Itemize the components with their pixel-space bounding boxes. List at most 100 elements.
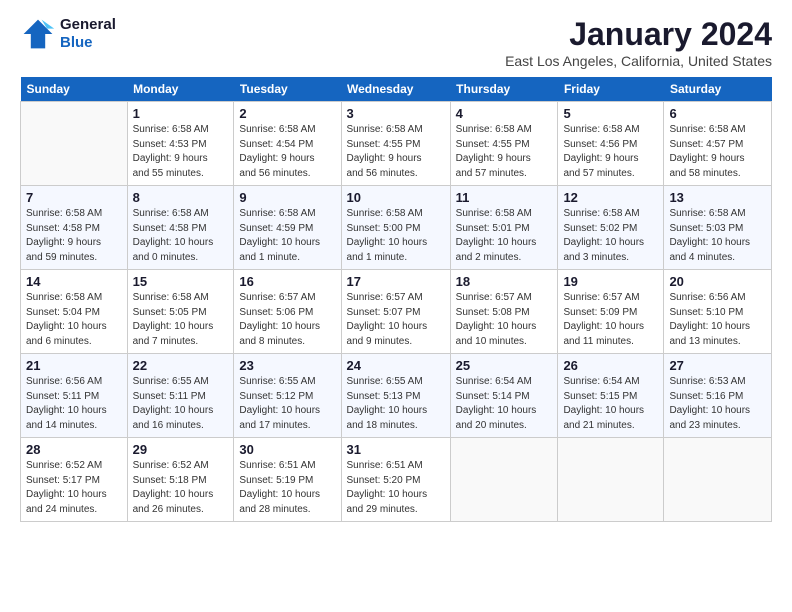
- title-block: January 2024 East Los Angeles, Californi…: [505, 16, 772, 69]
- calendar-cell: 26Sunrise: 6:54 AM Sunset: 5:15 PM Dayli…: [558, 354, 664, 438]
- calendar-table: SundayMondayTuesdayWednesdayThursdayFrid…: [20, 77, 772, 522]
- week-row-1: 1 Sunrise: 6:58 AM Sunset: 4:53 PM Daylig…: [21, 102, 772, 186]
- day-info: Sunrise: 6:51 AM Sunset: 5:20 PM Dayligh…: [347, 459, 445, 517]
- calendar-cell: 4 Sunrise: 6:58 AM Sunset: 4:55 PM Daylig…: [450, 102, 558, 186]
- week-row-5: 28Sunrise: 6:52 AM Sunset: 5:17 PM Dayli…: [21, 438, 772, 522]
- calendar-cell: 25 Sunrise: 6:54 AM Sunset: 5:14 PM Dayli…: [450, 354, 558, 438]
- weekday-header-monday: Monday: [127, 77, 234, 102]
- calendar-cell: 12 Sunrise: 6:58 AM Sunset: 5:02 PM Dayli…: [558, 186, 664, 270]
- week-row-4: 21 Sunrise: 6:56 AM Sunset: 5:11 PM Dayli…: [21, 354, 772, 438]
- week-row-3: 14 Sunrise: 6:58 AM Sunset: 5:04 PM Dayli…: [21, 270, 772, 354]
- calendar-cell: 18Sunrise: 6:57 AM Sunset: 5:08 PM Dayli…: [450, 270, 558, 354]
- day-number: 23: [239, 358, 335, 373]
- day-info: Sunrise: 6:58 AM Sunset: 4:54 PM Dayligh…: [239, 123, 335, 181]
- calendar-cell: 14 Sunrise: 6:58 AM Sunset: 5:04 PM Dayli…: [21, 270, 128, 354]
- page-container: General Blue January 2024 East Los Angel…: [0, 0, 792, 532]
- calendar-cell: 11 Sunrise: 6:58 AM Sunset: 5:01 PM Dayli…: [450, 186, 558, 270]
- day-info: Sunrise: 6:54 AM Sunset: 5:14 PM Dayligh…: [456, 375, 553, 433]
- calendar-cell: [664, 438, 772, 522]
- weekday-header-thursday: Thursday: [450, 77, 558, 102]
- calendar-cell: 10Sunrise: 6:58 AM Sunset: 5:00 PM Dayli…: [341, 186, 450, 270]
- location-subtitle: East Los Angeles, California, United Sta…: [505, 53, 772, 69]
- logo-icon: [20, 16, 56, 52]
- day-number: 4: [456, 106, 553, 121]
- day-info: Sunrise: 6:54 AM Sunset: 5:15 PM Dayligh…: [563, 375, 658, 433]
- day-info: Sunrise: 6:58 AM Sunset: 4:59 PM Dayligh…: [239, 207, 335, 265]
- day-info: Sunrise: 6:58 AM Sunset: 4:55 PM Dayligh…: [456, 123, 553, 181]
- calendar-cell: 21 Sunrise: 6:56 AM Sunset: 5:11 PM Dayli…: [21, 354, 128, 438]
- calendar-cell: 6Sunrise: 6:58 AM Sunset: 4:57 PM Daylig…: [664, 102, 772, 186]
- day-info: Sunrise: 6:51 AM Sunset: 5:19 PM Dayligh…: [239, 459, 335, 517]
- calendar-cell: 7 Sunrise: 6:58 AM Sunset: 4:58 PM Daylig…: [21, 186, 128, 270]
- calendar-cell: 19 Sunrise: 6:57 AM Sunset: 5:09 PM Dayli…: [558, 270, 664, 354]
- header: General Blue January 2024 East Los Angel…: [20, 16, 772, 69]
- day-number: 9: [239, 190, 335, 205]
- day-number: 24: [347, 358, 445, 373]
- calendar-cell: 8 Sunrise: 6:58 AM Sunset: 4:58 PM Daylig…: [127, 186, 234, 270]
- day-info: Sunrise: 6:55 AM Sunset: 5:13 PM Dayligh…: [347, 375, 445, 433]
- day-info: Sunrise: 6:58 AM Sunset: 5:01 PM Dayligh…: [456, 207, 553, 265]
- calendar-cell: 13 Sunrise: 6:58 AM Sunset: 5:03 PM Dayli…: [664, 186, 772, 270]
- day-number: 10: [347, 190, 445, 205]
- day-info: Sunrise: 6:58 AM Sunset: 5:03 PM Dayligh…: [669, 207, 766, 265]
- day-info: Sunrise: 6:52 AM Sunset: 5:18 PM Dayligh…: [133, 459, 229, 517]
- calendar-cell: 9 Sunrise: 6:58 AM Sunset: 4:59 PM Daylig…: [234, 186, 341, 270]
- day-info: Sunrise: 6:58 AM Sunset: 5:02 PM Dayligh…: [563, 207, 658, 265]
- calendar-cell: [450, 438, 558, 522]
- logo-text: General Blue: [60, 16, 116, 52]
- calendar-cell: 3 Sunrise: 6:58 AM Sunset: 4:55 PM Daylig…: [341, 102, 450, 186]
- calendar-cell: 5Sunrise: 6:58 AM Sunset: 4:56 PM Daylig…: [558, 102, 664, 186]
- day-info: Sunrise: 6:52 AM Sunset: 5:17 PM Dayligh…: [26, 459, 122, 517]
- day-info: Sunrise: 6:57 AM Sunset: 5:07 PM Dayligh…: [347, 291, 445, 349]
- day-number: 8: [133, 190, 229, 205]
- day-number: 12: [563, 190, 658, 205]
- calendar-cell: 17 Sunrise: 6:57 AM Sunset: 5:07 PM Dayli…: [341, 270, 450, 354]
- weekday-header-wednesday: Wednesday: [341, 77, 450, 102]
- day-number: 3: [347, 106, 445, 121]
- day-number: 27: [669, 358, 766, 373]
- calendar-cell: 28Sunrise: 6:52 AM Sunset: 5:17 PM Dayli…: [21, 438, 128, 522]
- day-info: Sunrise: 6:55 AM Sunset: 5:11 PM Dayligh…: [133, 375, 229, 433]
- calendar-cell: 23 Sunrise: 6:55 AM Sunset: 5:12 PM Dayli…: [234, 354, 341, 438]
- day-number: 13: [669, 190, 766, 205]
- month-title: January 2024: [505, 16, 772, 53]
- weekday-header-sunday: Sunday: [21, 77, 128, 102]
- day-number: 29: [133, 442, 229, 457]
- day-info: Sunrise: 6:58 AM Sunset: 4:53 PM Dayligh…: [133, 123, 229, 181]
- day-number: 20: [669, 274, 766, 289]
- day-number: 30: [239, 442, 335, 457]
- day-info: Sunrise: 6:58 AM Sunset: 4:57 PM Dayligh…: [669, 123, 766, 181]
- calendar-cell: 2Sunrise: 6:58 AM Sunset: 4:54 PM Daylig…: [234, 102, 341, 186]
- calendar-cell: 24 Sunrise: 6:55 AM Sunset: 5:13 PM Dayli…: [341, 354, 450, 438]
- day-info: Sunrise: 6:58 AM Sunset: 5:05 PM Dayligh…: [133, 291, 229, 349]
- day-number: 16: [239, 274, 335, 289]
- day-number: 7: [26, 190, 122, 205]
- day-info: Sunrise: 6:58 AM Sunset: 4:58 PM Dayligh…: [133, 207, 229, 265]
- day-number: 21: [26, 358, 122, 373]
- day-number: 15: [133, 274, 229, 289]
- day-number: 1: [133, 106, 229, 121]
- calendar-cell: [558, 438, 664, 522]
- day-info: Sunrise: 6:57 AM Sunset: 5:06 PM Dayligh…: [239, 291, 335, 349]
- day-number: 14: [26, 274, 122, 289]
- day-info: Sunrise: 6:58 AM Sunset: 5:04 PM Dayligh…: [26, 291, 122, 349]
- day-info: Sunrise: 6:58 AM Sunset: 4:55 PM Dayligh…: [347, 123, 445, 181]
- day-info: Sunrise: 6:58 AM Sunset: 4:58 PM Dayligh…: [26, 207, 122, 265]
- weekday-header-tuesday: Tuesday: [234, 77, 341, 102]
- weekday-header-friday: Friday: [558, 77, 664, 102]
- day-info: Sunrise: 6:57 AM Sunset: 5:09 PM Dayligh…: [563, 291, 658, 349]
- calendar-cell: 29 Sunrise: 6:52 AM Sunset: 5:18 PM Dayli…: [127, 438, 234, 522]
- calendar-cell: 22 Sunrise: 6:55 AM Sunset: 5:11 PM Dayli…: [127, 354, 234, 438]
- day-number: 19: [563, 274, 658, 289]
- calendar-cell: 31 Sunrise: 6:51 AM Sunset: 5:20 PM Dayli…: [341, 438, 450, 522]
- day-number: 25: [456, 358, 553, 373]
- day-info: Sunrise: 6:53 AM Sunset: 5:16 PM Dayligh…: [669, 375, 766, 433]
- weekday-header-row: SundayMondayTuesdayWednesdayThursdayFrid…: [21, 77, 772, 102]
- day-number: 17: [347, 274, 445, 289]
- day-info: Sunrise: 6:55 AM Sunset: 5:12 PM Dayligh…: [239, 375, 335, 433]
- calendar-cell: 30 Sunrise: 6:51 AM Sunset: 5:19 PM Dayli…: [234, 438, 341, 522]
- day-info: Sunrise: 6:56 AM Sunset: 5:11 PM Dayligh…: [26, 375, 122, 433]
- day-number: 31: [347, 442, 445, 457]
- day-number: 22: [133, 358, 229, 373]
- day-number: 11: [456, 190, 553, 205]
